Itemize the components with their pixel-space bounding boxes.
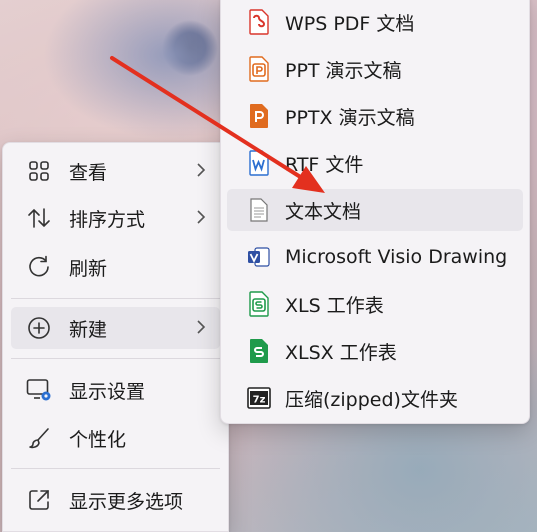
submenu-item-label: RTF 文件 [285,153,364,176]
menu-item-label: 排序方式 [69,208,146,231]
brush-icon [25,424,53,452]
chevron-right-icon [196,162,206,182]
submenu-item-text-document[interactable]: 文本文档 [227,189,523,231]
submenu-item-label: XLSX 工作表 [285,341,397,364]
submenu-item-xlsx[interactable]: XLSX 工作表 [227,330,523,372]
submenu-item-zip-folder[interactable]: 7z 压缩(zipped)文件夹 [227,377,523,419]
visio-icon [245,243,273,271]
submenu-item-label: WPS PDF 文档 [285,12,415,35]
menu-item-label: 刷新 [69,257,108,280]
add-circle-icon [25,314,53,342]
wps-pdf-icon [245,8,273,36]
menu-divider [11,298,220,299]
chevron-right-icon [196,209,206,229]
submenu-item-xls[interactable]: XLS 工作表 [227,283,523,325]
submenu-item-label: 压缩(zipped)文件夹 [285,388,458,411]
new-submenu: WPS PDF 文档 PPT 演示文稿 PPTX 演示文稿 RTF 文件 文本文… [220,0,530,424]
menu-item-label: 新建 [69,318,108,341]
menu-divider [11,358,220,359]
submenu-item-visio[interactable]: Microsoft Visio Drawing [227,236,523,278]
submenu-item-label: 文本文档 [285,200,362,223]
svg-text:7z: 7z [253,395,266,406]
pptx-icon [245,102,273,130]
submenu-item-label: PPT 演示文稿 [285,59,402,82]
submenu-item-label: XLS 工作表 [285,294,384,317]
menu-item-label: 个性化 [69,428,127,451]
ppt-icon [245,55,273,83]
xlsx-icon [245,337,273,365]
submenu-item-rtf[interactable]: RTF 文件 [227,142,523,184]
chevron-right-icon [196,319,206,339]
display-settings-icon [25,376,53,404]
menu-item-label: 显示更多选项 [69,490,184,513]
text-document-icon [245,196,273,224]
grid-view-icon [25,157,53,185]
menu-item-view[interactable]: 查看 [11,150,220,192]
menu-item-personalize[interactable]: 个性化 [11,417,220,459]
submenu-item-ppt[interactable]: PPT 演示文稿 [227,48,523,90]
menu-item-sort-by[interactable]: 排序方式 [11,197,220,239]
menu-item-show-more-options[interactable]: 显示更多选项 [11,479,220,521]
menu-divider [11,468,220,469]
submenu-item-label: PPTX 演示文稿 [285,106,415,129]
zip-folder-icon: 7z [245,384,273,412]
xls-icon [245,290,273,318]
open-external-icon [25,486,53,514]
menu-item-new[interactable]: 新建 [11,307,220,349]
desktop-context-menu: 查看 排序方式 刷新 新建 显示设置 个性化 显示更多选项 [2,142,229,532]
menu-item-display-settings[interactable]: 显示设置 [11,369,220,411]
menu-item-label: 查看 [69,161,108,184]
menu-item-label: 显示设置 [69,380,146,403]
refresh-icon [25,253,53,281]
rtf-file-icon [245,149,273,177]
submenu-item-wps-pdf[interactable]: WPS PDF 文档 [227,1,523,43]
submenu-item-label: Microsoft Visio Drawing [285,246,508,268]
submenu-item-pptx[interactable]: PPTX 演示文稿 [227,95,523,137]
menu-item-refresh[interactable]: 刷新 [11,246,220,288]
sort-arrows-icon [25,204,53,232]
